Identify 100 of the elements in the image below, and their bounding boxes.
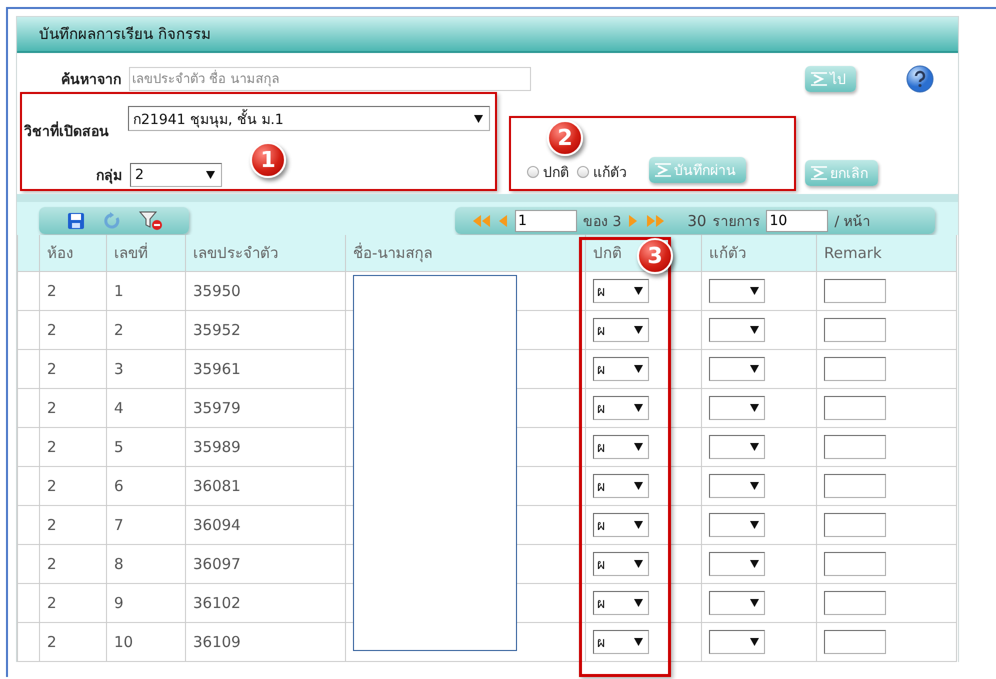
table-cell: 5 [107,428,186,467]
table-cell: 2 [40,311,107,350]
caret-icon [474,114,483,122]
grade-dropdown[interactable] [709,435,765,459]
caret-icon [634,638,643,646]
group-dropdown[interactable]: 2 [130,163,222,187]
caret-icon [634,521,643,529]
grade-dropdown[interactable] [709,318,765,342]
per-page-field[interactable]: 10 [766,210,828,232]
table-cell: 6 [107,467,186,506]
caret-icon [750,443,759,451]
table-cell: 35952 [186,311,346,350]
table-cell: 36094 [186,506,346,545]
table-cell: 35961 [186,350,346,389]
remark-field[interactable] [824,357,886,381]
remark-field[interactable] [824,396,886,420]
table-cell: 2 [40,428,107,467]
chevron-icon [655,163,671,177]
grade-dropdown[interactable] [709,591,765,615]
grade-dropdown[interactable] [709,630,765,654]
caret-icon [634,443,643,451]
annotation-badge: 2 [547,120,583,156]
caret-icon [750,365,759,373]
table-cell: 35979 [186,389,346,428]
page-field[interactable]: 1 [515,210,577,232]
caret-icon [634,404,643,412]
table-cell: 3 [107,350,186,389]
search-field[interactable]: เลขประจำตัว ชื่อ นามสกุล [129,67,531,91]
radio-label: ปกติ [543,164,569,183]
remark-field[interactable] [824,591,886,615]
radio-button[interactable] [577,166,589,178]
chevron-icon [811,166,827,180]
caret-icon [750,287,759,295]
table-cell: 36081 [186,467,346,506]
table-cell: 7 [107,506,186,545]
table-cell: 2 [40,623,107,662]
caret-icon [634,326,643,334]
column-header: เลขประจำตัว [186,235,346,272]
table-cell: 9 [107,584,186,623]
clear-filter-icon[interactable] [139,210,163,230]
caret-icon [634,287,643,295]
grade-dropdown[interactable]: ผ [593,396,649,420]
grade-dropdown[interactable]: ผ [593,474,649,498]
table-cell: 2 [40,584,107,623]
chevron-icon [811,72,827,86]
help-icon[interactable] [906,65,934,93]
table-cell: 2 [40,389,107,428]
table-cell: 35950 [186,272,346,311]
grade-dropdown[interactable] [709,396,765,420]
table-cell: 2 [107,311,186,350]
items-label: รายการ [712,212,760,232]
table-cell: 2 [40,272,107,311]
group-label: กลุ่ม [95,167,122,186]
caret-icon [634,365,643,373]
column-header: Remark [817,235,957,272]
remark-field[interactable] [824,513,886,537]
remark-field[interactable] [824,474,886,498]
caret-icon [634,560,643,568]
grade-dropdown[interactable] [709,357,765,381]
caret-icon [750,326,759,334]
grade-dropdown[interactable]: ผ [593,513,649,537]
remark-field[interactable] [824,552,886,576]
table-cell: 36097 [186,545,346,584]
table-cell: 8 [107,545,186,584]
grade-dropdown[interactable] [709,513,765,537]
column-header: ชื่อ-นามสกุล [346,235,586,272]
radio-button[interactable] [527,166,539,178]
caret-icon [634,599,643,607]
remark-field[interactable] [824,630,886,654]
caret-icon [206,171,215,179]
grade-dropdown[interactable] [709,279,765,303]
save-icon[interactable] [67,212,85,230]
radio-label: แก้ตัว [593,164,627,183]
table-cell: 2 [40,506,107,545]
grade-dropdown[interactable]: ผ [593,591,649,615]
remark-field[interactable] [824,279,886,303]
grade-dropdown[interactable] [709,552,765,576]
table-cell: 2 [40,467,107,506]
search-label: ค้นหาจาก [60,71,121,90]
grade-dropdown[interactable]: ผ [593,435,649,459]
remark-field[interactable] [824,435,886,459]
remark-field[interactable] [824,318,886,342]
caret-icon [750,482,759,490]
table-cell: 4 [107,389,186,428]
grade-dropdown[interactable] [709,474,765,498]
subject-label: วิชาที่เปิดสอน [24,120,118,142]
page-count: ของ 3 [583,212,622,232]
caret-icon [750,638,759,646]
grade-dropdown[interactable]: ผ [593,318,649,342]
grade-dropdown[interactable]: ผ [593,357,649,381]
grade-dropdown[interactable]: ผ [593,552,649,576]
window-title: บันทึกผลการเรียน กิจกรรม [17,17,958,53]
subject-dropdown[interactable]: ก21941 ชุมนุม, ชั้น ม.1 [128,106,490,131]
caret-icon [750,521,759,529]
table-cell: 35989 [186,428,346,467]
column-header: แก้ตัว [702,235,817,272]
grade-dropdown[interactable]: ผ [593,630,649,654]
caret-icon [634,482,643,490]
grade-dropdown[interactable]: ผ [593,279,649,303]
total-count: 30 [687,212,706,230]
